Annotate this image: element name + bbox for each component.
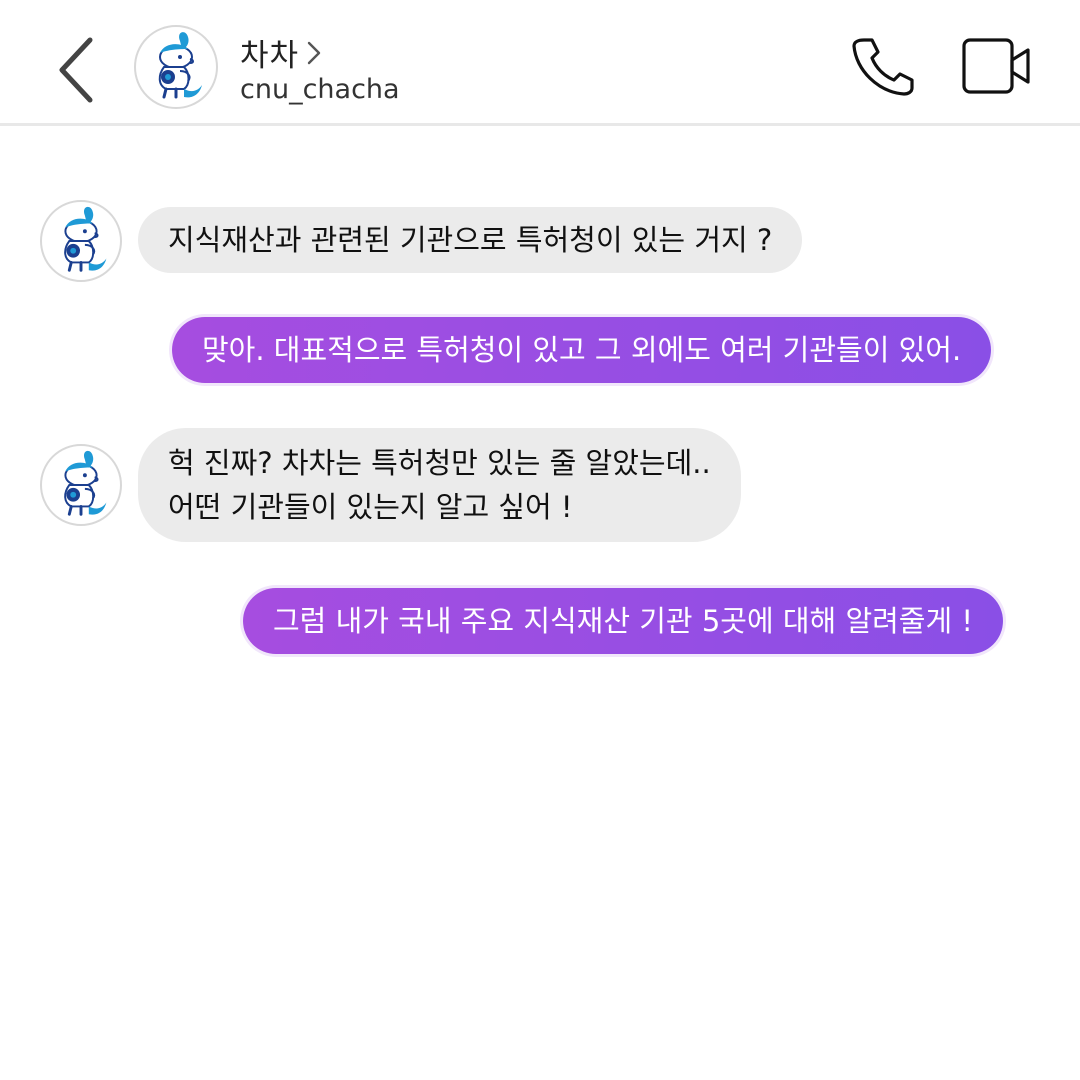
chevron-right-icon — [307, 41, 321, 64]
message-text-line: 어떤 기관들이 있는지 알고 싶어 ! — [168, 490, 573, 524]
back-button[interactable] — [52, 34, 104, 106]
contact-handle: cnu_chacha — [240, 74, 400, 105]
message-text: 그럼 내가 국내 주요 지식재산 기관 5곳에 대해 알려줄게 ! — [273, 604, 974, 638]
message-text: 맞아. 대표적으로 특허청이 있고 그 외에도 여러 기관들이 있어. — [202, 333, 962, 367]
video-call-button[interactable] — [960, 36, 1034, 96]
chevron-left-icon — [59, 37, 93, 103]
contact-avatar[interactable] — [40, 200, 122, 282]
message-bubble-outgoing[interactable]: 맞아. 대표적으로 특허청이 있고 그 외에도 여러 기관들이 있어. — [172, 317, 992, 383]
voice-call-button[interactable] — [848, 34, 920, 98]
mascot-avatar-icon — [63, 449, 108, 517]
contact-name: 차차 — [240, 38, 300, 74]
chat-header: 차차 cnu_chacha — [0, 0, 1080, 126]
message-bubble-incoming[interactable]: 지식재산과 관련된 기관으로 특허청이 있는 거지 ? — [138, 207, 803, 273]
phone-icon — [852, 38, 914, 96]
video-camera-icon — [962, 38, 1030, 94]
contact-avatar[interactable] — [40, 444, 122, 526]
mascot-avatar-icon — [63, 205, 108, 273]
contact-avatar[interactable] — [134, 25, 218, 109]
message-bubble-outgoing[interactable]: 그럼 내가 국내 주요 지식재산 기관 5곳에 대해 알려줄게 ! — [243, 588, 1004, 654]
message-text-line: 헉 진짜? 차차는 특허청만 있는 줄 알았는데.. — [168, 446, 711, 480]
contact-name-link[interactable]: 차차 — [240, 30, 323, 75]
message-text: 지식재산과 관련된 기관으로 특허청이 있는 거지 ? — [168, 223, 773, 257]
message-bubble-incoming[interactable]: 헉 진짜? 차차는 특허청만 있는 줄 알았는데.. 어떤 기관들이 있는지 알… — [138, 428, 741, 542]
mascot-avatar-icon — [158, 30, 204, 99]
